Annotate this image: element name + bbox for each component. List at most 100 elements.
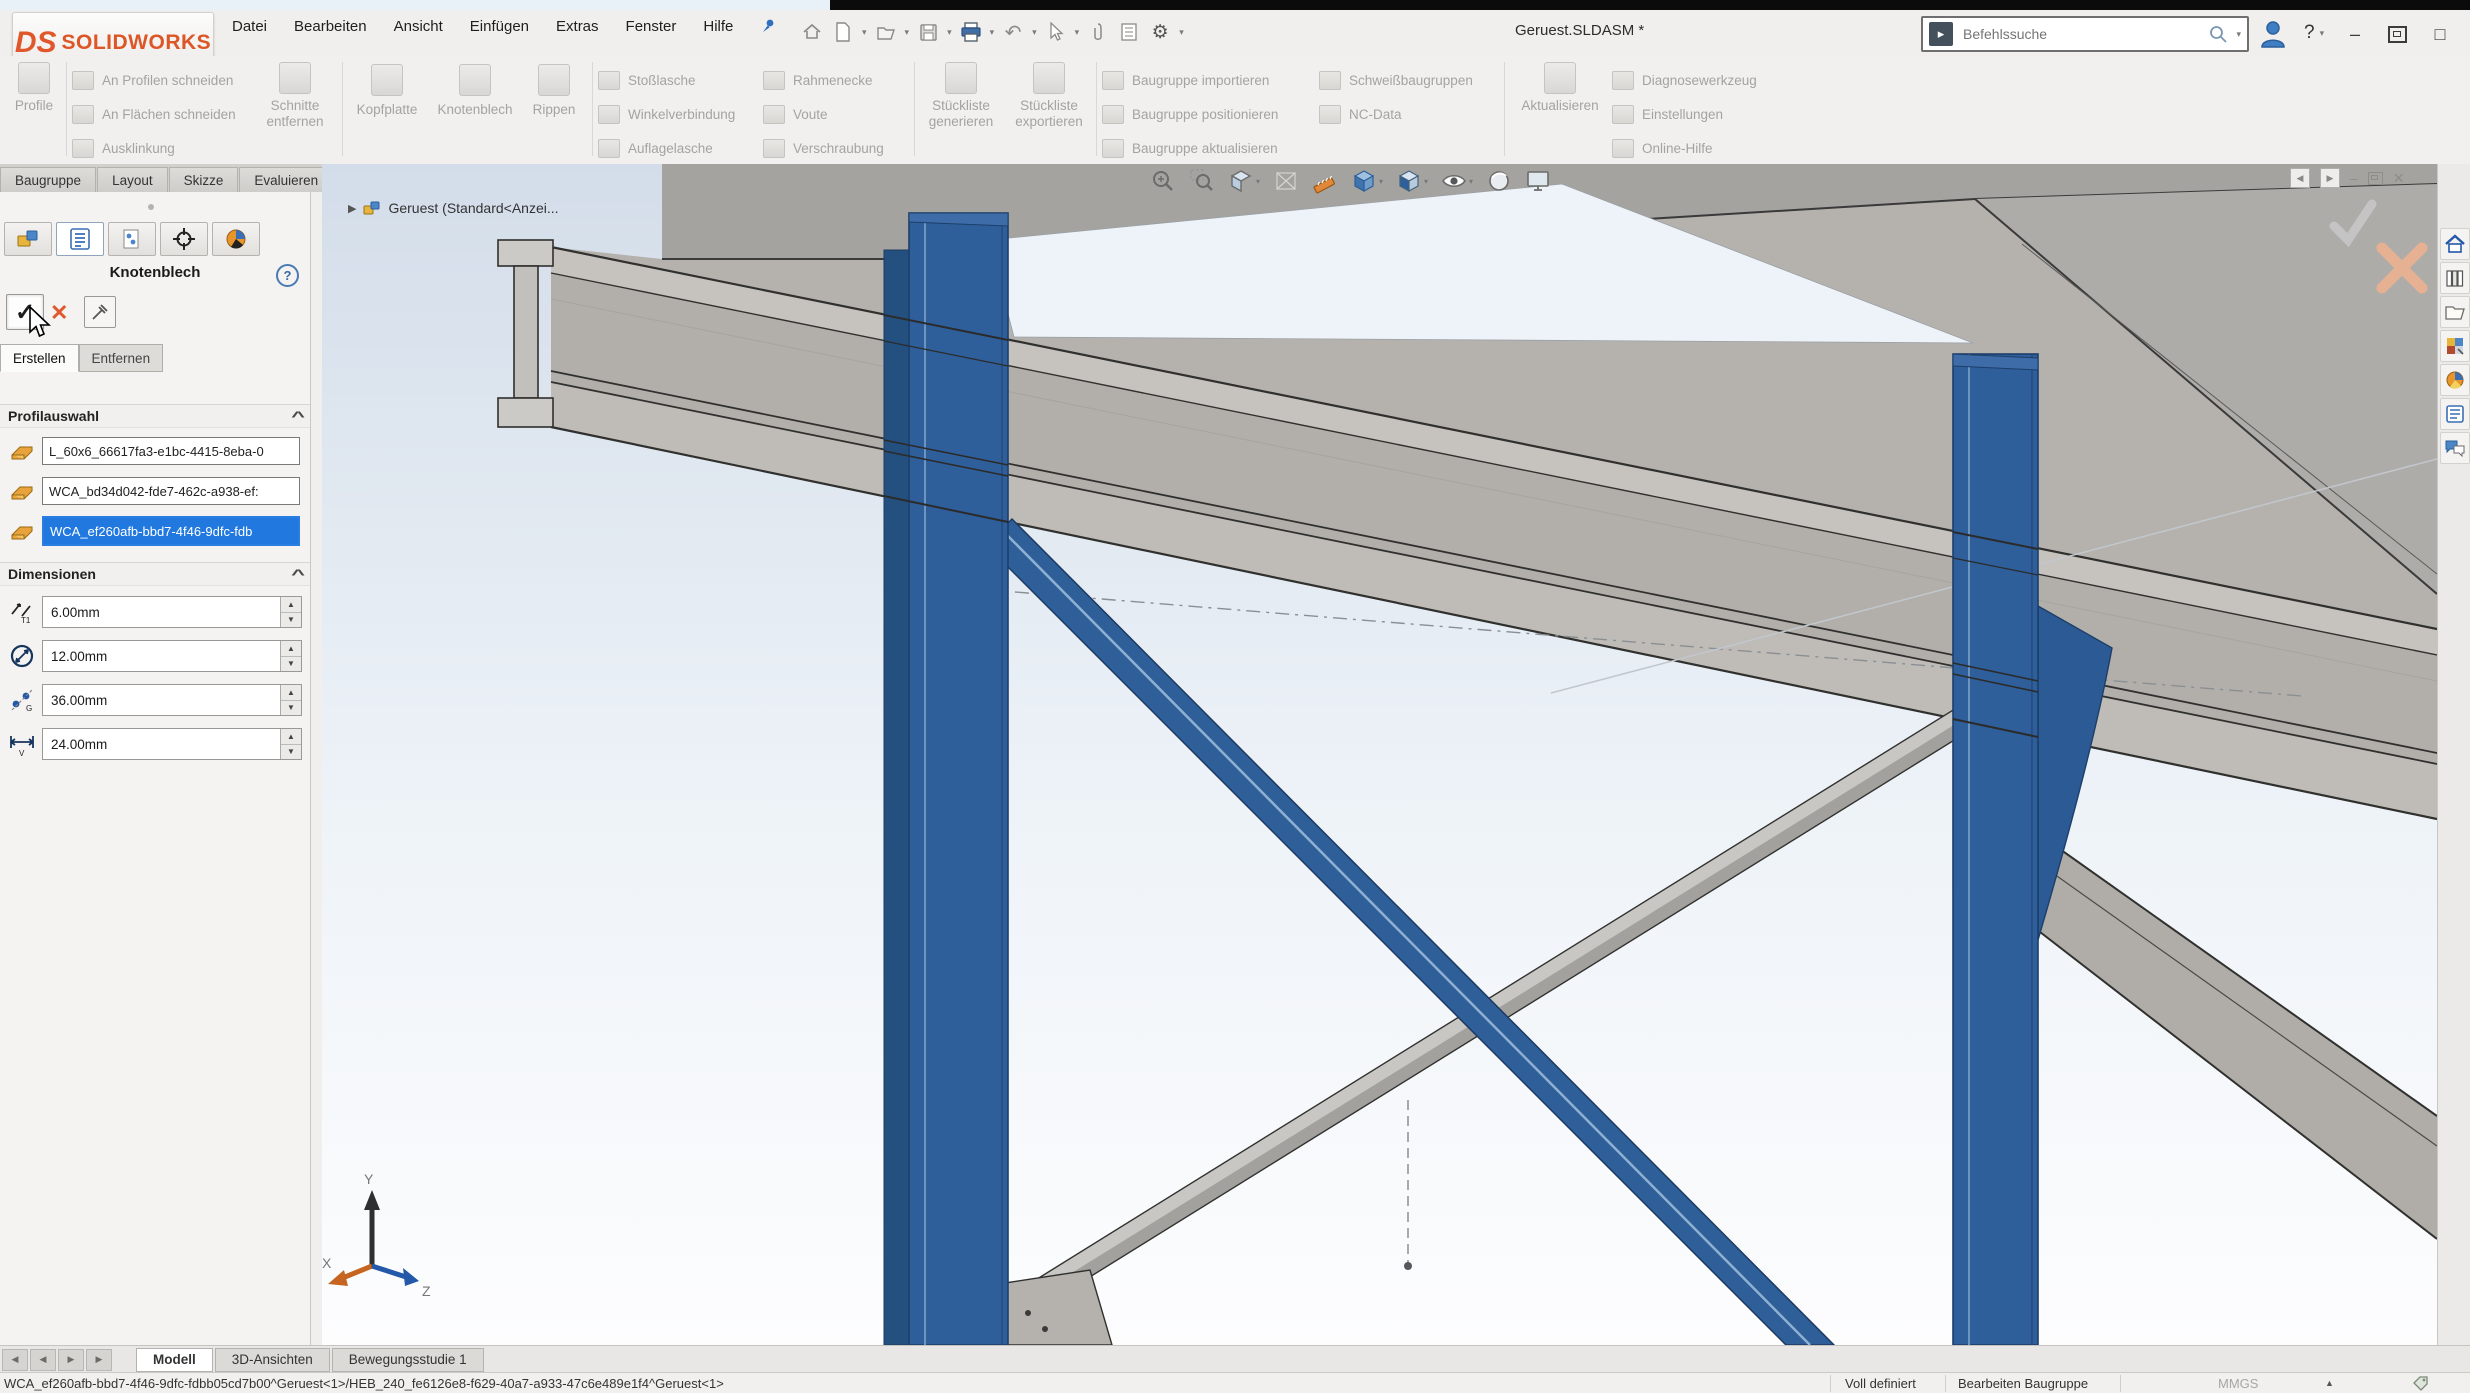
prev-window-icon[interactable]: ◀ — [2290, 168, 2310, 188]
spin-down-icon[interactable]: ▼ — [281, 745, 301, 760]
user-account-icon[interactable] — [2260, 20, 2286, 48]
tab-scroll-last[interactable]: ▶ — [86, 1349, 112, 1371]
design-library-icon[interactable] — [2440, 262, 2470, 294]
remove-cuts-button[interactable]: Schnitte entfernen — [252, 62, 338, 130]
view-orientation-icon[interactable]: ▾ — [1396, 168, 1428, 194]
update-button[interactable]: Aktualisieren — [1514, 62, 1606, 114]
feature-tree-root[interactable]: ▶ Geruest (Standard<Anzei... — [348, 200, 559, 216]
tab-baugruppe[interactable]: Baugruppe — [0, 167, 96, 192]
section-view-icon[interactable]: ▾ — [1228, 168, 1260, 194]
pm-pin-button[interactable] — [84, 296, 116, 328]
mode-tab-entfernen[interactable]: Entfernen — [79, 344, 164, 372]
knotenblech-button[interactable]: Knotenblech — [430, 64, 520, 117]
spin-down-icon[interactable]: ▼ — [281, 701, 301, 716]
tab-scroll-prev[interactable]: ◀ — [30, 1349, 56, 1371]
hide-show-icon[interactable]: ▾ — [1441, 168, 1473, 194]
menu-extras[interactable]: Extras — [556, 18, 599, 35]
gear-icon[interactable]: ⚙ — [1148, 20, 1172, 44]
bom-export-button[interactable]: Stückliste exportieren — [1008, 62, 1090, 130]
menu-ansicht[interactable]: Ansicht — [394, 18, 443, 35]
width-field[interactable]: 24.00mm ▲ ▼ — [42, 728, 302, 760]
menu-hilfe[interactable]: Hilfe — [703, 18, 733, 35]
spin-up-icon[interactable]: ▲ — [281, 729, 301, 745]
profile-field-2[interactable]: WCA_bd34d042-fde7-462c-a938-ef: — [42, 477, 300, 505]
select-cursor-icon[interactable] — [1044, 20, 1068, 44]
maximize-button[interactable]: □ — [2429, 24, 2451, 45]
assembly-position-button[interactable]: Baugruppe positionieren — [1102, 100, 1278, 129]
zoom-area-icon[interactable] — [1189, 168, 1215, 194]
spin-down-icon[interactable]: ▼ — [281, 657, 301, 672]
pm-help-icon[interactable]: ? — [276, 264, 299, 287]
spinner[interactable]: ▲ ▼ — [280, 685, 301, 715]
spinner[interactable]: ▲ ▼ — [280, 729, 301, 759]
zoom-fit-icon[interactable] — [1150, 168, 1176, 194]
mode-tab-erstellen[interactable]: Erstellen — [0, 344, 79, 372]
display-manager-tab[interactable] — [212, 222, 260, 256]
tab-layout[interactable]: Layout — [97, 167, 168, 192]
tab-scroll-first[interactable]: ◀ — [2, 1349, 28, 1371]
save-dropdown-icon[interactable]: ▾ — [947, 27, 952, 38]
print-dropdown-icon[interactable]: ▾ — [990, 27, 995, 38]
paperclip-icon[interactable] — [1086, 20, 1110, 44]
search-chip-icon[interactable]: ▸ — [1929, 22, 1953, 46]
section-dimensionen[interactable]: Dimensionen ^ — [0, 562, 310, 586]
rippen-button[interactable]: Rippen — [526, 64, 582, 117]
wireframe-icon[interactable] — [1273, 168, 1299, 194]
graphics-viewport[interactable]: Y X Z — [322, 164, 2437, 1345]
help-menu[interactable]: ? ▾ — [2304, 22, 2324, 44]
status-units[interactable]: MMGS — [2218, 1376, 2258, 1391]
spinner[interactable]: ▲ ▼ — [280, 597, 301, 627]
dimxpert-tab[interactable] — [160, 222, 208, 256]
tab-bewegungsstudie[interactable]: Bewegungsstudie 1 — [332, 1348, 484, 1372]
doc-restore-icon[interactable] — [2368, 172, 2383, 185]
auflagelasche-button[interactable]: Auflagelasche — [598, 134, 735, 163]
doc-close-icon[interactable]: ✕ — [2393, 170, 2405, 187]
collapse-icon[interactable]: ^ — [291, 408, 305, 424]
left-column-blue[interactable] — [884, 213, 1008, 1345]
tab-modell[interactable]: Modell — [136, 1348, 213, 1372]
online-help-button[interactable]: Online-Hilfe — [1612, 134, 1757, 163]
assembly-import-button[interactable]: Baugruppe importieren — [1102, 66, 1278, 95]
assembly-update-button[interactable]: Baugruppe aktualisieren — [1102, 134, 1278, 163]
open-dropdown-icon[interactable]: ▾ — [905, 27, 910, 38]
notch-button[interactable]: Ausklinkung — [72, 134, 236, 163]
section-profilauswahl[interactable]: Profilauswahl ^ — [0, 404, 310, 428]
save-icon[interactable] — [916, 20, 940, 44]
stosslasche-button[interactable]: Stoßlasche — [598, 66, 735, 95]
kopfplatte-button[interactable]: Kopfplatte — [352, 64, 422, 117]
menu-bearbeiten[interactable]: Bearbeiten — [294, 18, 367, 35]
cut-profiles-button[interactable]: An Profilen schneiden — [72, 66, 236, 95]
new-dropdown-icon[interactable]: ▾ — [862, 27, 867, 38]
measure-icon[interactable] — [1312, 168, 1338, 194]
diameter-field[interactable]: 12.00mm ▲ ▼ — [42, 640, 302, 672]
file-explorer-icon[interactable] — [2440, 296, 2470, 328]
status-tag-icon[interactable] — [2412, 1375, 2430, 1393]
appearances-scenes-icon[interactable] — [2440, 330, 2470, 362]
configuration-tab[interactable] — [108, 222, 156, 256]
home-taskpane-icon[interactable] — [2440, 228, 2470, 260]
weld-assemblies-button[interactable]: Schweißbaugruppen — [1319, 66, 1473, 95]
tab-3d-ansichten[interactable]: 3D-Ansichten — [215, 1348, 330, 1372]
spin-up-icon[interactable]: ▲ — [281, 641, 301, 657]
profile-field-3-selected[interactable]: WCA_ef260afb-bbd7-4f46-9dfc-fdb — [42, 516, 300, 546]
cut-faces-button[interactable]: An Flächen schneiden — [72, 100, 236, 129]
search-input[interactable] — [1961, 25, 2200, 43]
spin-up-icon[interactable]: ▲ — [281, 597, 301, 613]
voute-button[interactable]: Voute — [763, 100, 884, 129]
undo-dropdown-icon[interactable]: ▾ — [1032, 27, 1037, 38]
property-manager-tab[interactable] — [56, 222, 104, 256]
search-dropdown-icon[interactable]: ▾ — [2236, 29, 2241, 40]
forum-icon[interactable] — [2440, 432, 2470, 464]
spin-up-icon[interactable]: ▲ — [281, 685, 301, 701]
scene-settings-icon[interactable] — [1525, 168, 1551, 194]
spinner[interactable]: ▲ ▼ — [280, 641, 301, 671]
verschraubung-button[interactable]: Verschraubung — [763, 134, 884, 163]
minimize-button[interactable]: – — [2344, 24, 2366, 45]
menu-datei[interactable]: Datei — [232, 18, 267, 35]
diagnostics-button[interactable]: Diagnosewerkzeug — [1612, 66, 1757, 95]
menu-einfuegen[interactable]: Einfügen — [470, 18, 529, 35]
thickness-field[interactable]: 6.00mm ▲ ▼ — [42, 596, 302, 628]
home-icon[interactable] — [800, 20, 824, 44]
pin-menu-icon[interactable] — [760, 18, 776, 34]
panel-drag-handle[interactable] — [148, 204, 154, 210]
